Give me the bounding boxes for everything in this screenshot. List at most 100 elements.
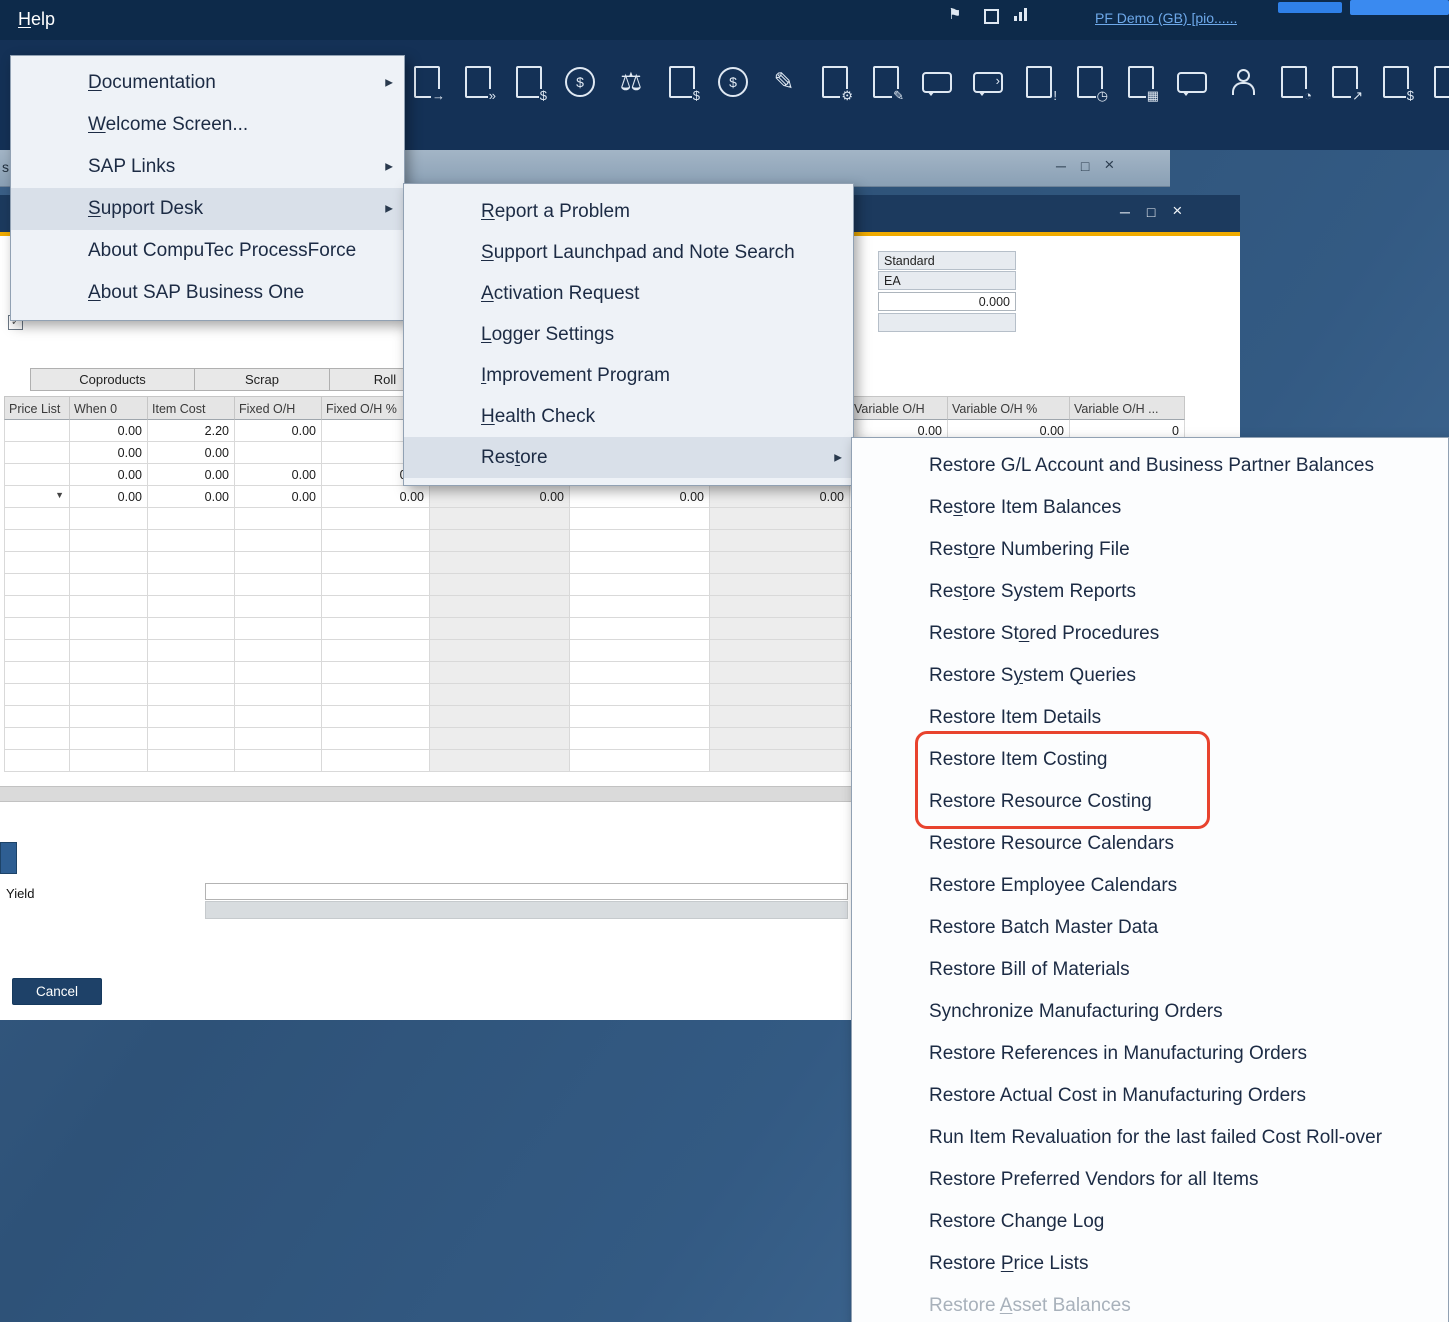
table-cell[interactable]: 0.00 — [710, 486, 850, 508]
minimize-icon[interactable]: ─ — [1120, 204, 1130, 220]
table-cell[interactable] — [710, 574, 850, 596]
table-cell[interactable] — [710, 728, 850, 750]
table-cell[interactable]: 0.00 — [148, 486, 235, 508]
column-header-variable-o-h[interactable]: Variable O/H % — [948, 396, 1070, 420]
table-cell[interactable] — [235, 552, 322, 574]
table-cell[interactable] — [148, 728, 235, 750]
table-cell[interactable] — [570, 728, 710, 750]
table-cell[interactable] — [70, 750, 148, 772]
table-cell[interactable] — [4, 706, 70, 728]
chat-forward-icon[interactable]: › — [971, 62, 1005, 102]
table-cell[interactable] — [70, 684, 148, 706]
chart-dollar-icon[interactable]: $ — [1379, 62, 1413, 102]
table-cell[interactable] — [148, 552, 235, 574]
doc-forward-icon[interactable]: » — [461, 62, 495, 102]
doc-clock-icon[interactable]: ◷ — [1073, 62, 1107, 102]
field-box-2[interactable]: EA — [878, 271, 1016, 290]
table-cell[interactable] — [148, 530, 235, 552]
table-cell[interactable] — [570, 530, 710, 552]
table-cell[interactable] — [148, 508, 235, 530]
table-cell[interactable] — [570, 640, 710, 662]
table-cell[interactable] — [235, 684, 322, 706]
table-cell[interactable]: 0.00 — [430, 486, 570, 508]
table-cell[interactable] — [4, 596, 70, 618]
box-arrow-icon[interactable]: ↗ — [1328, 62, 1362, 102]
table-cell[interactable] — [4, 530, 70, 552]
table-cell[interactable] — [148, 640, 235, 662]
table-cell[interactable]: 0.00 — [70, 464, 148, 486]
table-cell[interactable] — [570, 750, 710, 772]
table-cell[interactable] — [235, 574, 322, 596]
table-cell[interactable] — [235, 442, 322, 464]
table-cell[interactable] — [322, 552, 430, 574]
table-cell[interactable] — [570, 574, 710, 596]
table-cell[interactable] — [710, 618, 850, 640]
column-header-fixed-o-h[interactable]: Fixed O/H — [235, 396, 322, 420]
close-icon[interactable]: × — [1104, 158, 1114, 174]
taskbar-button-fragment[interactable] — [1278, 2, 1342, 13]
field-box-4[interactable] — [878, 313, 1016, 332]
menu-item-restore-g-l-account-and-business-partner-balances[interactable]: Restore G/L Account and Business Partner… — [852, 445, 1448, 487]
table-cell[interactable] — [70, 618, 148, 640]
table-cell[interactable] — [430, 552, 570, 574]
table-cell[interactable]: 0.00 — [70, 486, 148, 508]
pencil-icon[interactable]: ✎ — [767, 62, 801, 102]
column-header-variable-o-h[interactable]: Variable O/H — [850, 396, 948, 420]
chat-bubble-icon[interactable] — [920, 62, 954, 102]
menu-item-restore[interactable]: Restore▶ — [404, 437, 853, 478]
table-cell[interactable]: 0.00 — [148, 464, 235, 486]
table-cell[interactable] — [235, 706, 322, 728]
table-cell[interactable] — [70, 530, 148, 552]
search-dollar-icon[interactable]: $ — [716, 62, 750, 102]
menu-item-restore-change-log[interactable]: Restore Change Log — [852, 1201, 1448, 1243]
table-cell[interactable] — [430, 684, 570, 706]
table-cell[interactable] — [4, 662, 70, 684]
menu-item-logger-settings[interactable]: Logger Settings — [404, 314, 853, 355]
stats-bars-icon[interactable] — [1014, 7, 1027, 21]
table-cell[interactable] — [70, 640, 148, 662]
table-cell[interactable] — [235, 750, 322, 772]
table-cell[interactable] — [322, 640, 430, 662]
menu-item-report-a-problem[interactable]: Report a Problem — [404, 191, 853, 232]
table-cell[interactable] — [710, 640, 850, 662]
menu-item-restore-numbering-file[interactable]: Restore Numbering File — [852, 529, 1448, 571]
column-header-item-cost[interactable]: Item Cost — [148, 396, 235, 420]
menu-item-restore-batch-master-data[interactable]: Restore Batch Master Data — [852, 907, 1448, 949]
chat-bubble2-icon[interactable] — [1175, 62, 1209, 102]
table-cell[interactable] — [235, 662, 322, 684]
table-cell[interactable] — [4, 618, 70, 640]
table-cell[interactable]: ▼ — [4, 486, 70, 508]
table-cell[interactable] — [430, 640, 570, 662]
table-cell[interactable] — [430, 508, 570, 530]
menu-item-sap-links[interactable]: SAP Links▶ — [11, 146, 404, 188]
menu-item-restore-system-queries[interactable]: Restore System Queries — [852, 655, 1448, 697]
table-cell[interactable]: 2.20 — [148, 420, 235, 442]
scales-icon[interactable]: ⚖ — [614, 62, 648, 102]
table-cell[interactable]: 0.00 — [235, 486, 322, 508]
tab-scrap[interactable]: Scrap — [194, 368, 330, 391]
window-icon[interactable] — [984, 9, 999, 24]
table-cell[interactable] — [235, 640, 322, 662]
table-cell[interactable] — [570, 596, 710, 618]
bill-dollar-icon[interactable]: $ — [665, 62, 699, 102]
menu-item-run-item-revaluation-for-the-last-failed-cost-roll-over[interactable]: Run Item Revaluation for the last failed… — [852, 1117, 1448, 1159]
table-cell[interactable] — [235, 530, 322, 552]
table-cell[interactable] — [570, 706, 710, 728]
menu-item-restore-bill-of-materials[interactable]: Restore Bill of Materials — [852, 949, 1448, 991]
menu-item-restore-stored-procedures[interactable]: Restore Stored Procedures — [852, 613, 1448, 655]
person-icon[interactable] — [1226, 62, 1260, 102]
menu-item-restore-references-in-manufacturing-orders[interactable]: Restore References in Manufacturing Orde… — [852, 1033, 1448, 1075]
table-cell[interactable] — [148, 662, 235, 684]
table-cell[interactable] — [322, 684, 430, 706]
table-cell[interactable] — [148, 706, 235, 728]
yield-input-secondary[interactable] — [205, 901, 848, 919]
table-cell[interactable] — [4, 508, 70, 530]
table-cell[interactable] — [430, 662, 570, 684]
table-cell[interactable] — [4, 552, 70, 574]
field-box-3[interactable]: 0.000 — [878, 292, 1016, 311]
table-cell[interactable] — [430, 728, 570, 750]
table-cell[interactable] — [710, 530, 850, 552]
menu-item-synchronize-manufacturing-orders[interactable]: Synchronize Manufacturing Orders — [852, 991, 1448, 1033]
table-cell[interactable] — [430, 706, 570, 728]
doc-export-icon[interactable]: → — [410, 62, 444, 102]
